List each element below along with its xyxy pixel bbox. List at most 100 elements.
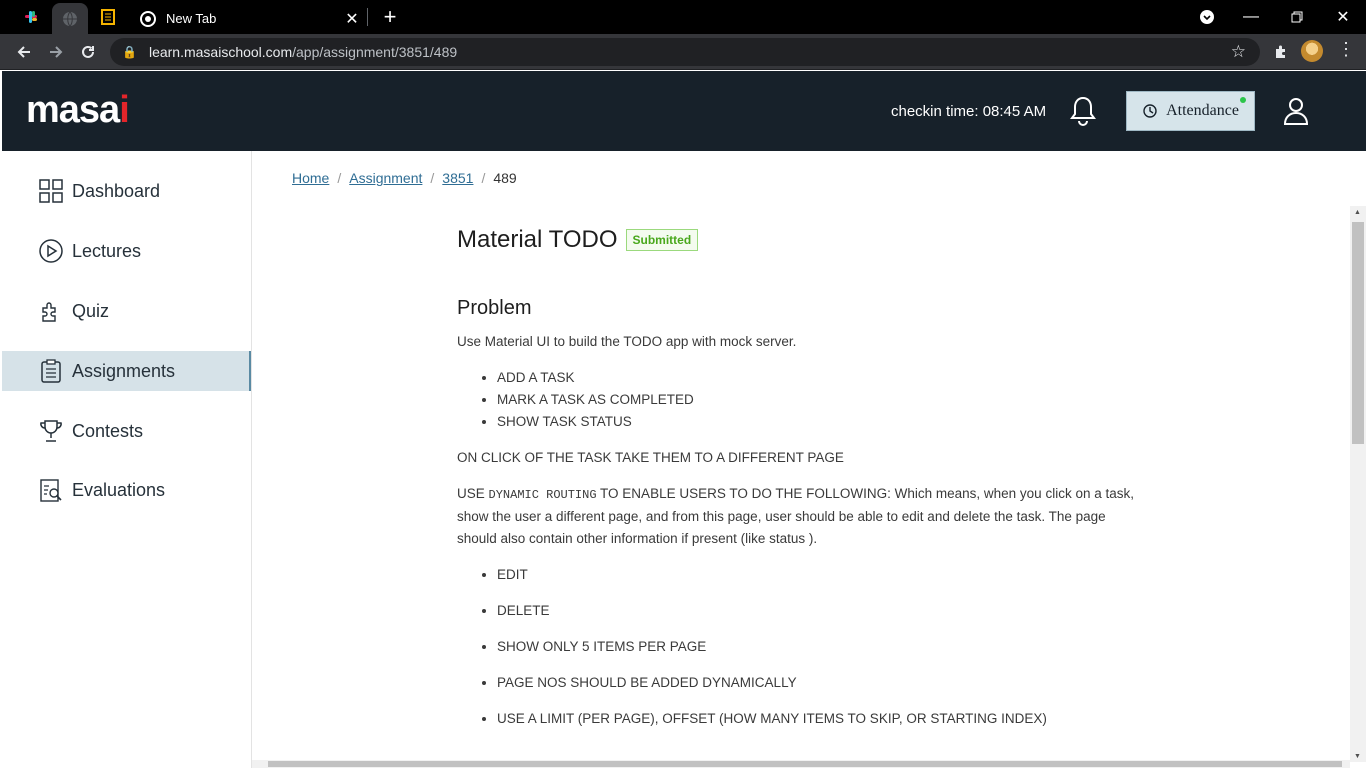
clipboard-icon	[38, 358, 64, 384]
user-profile-icon[interactable]	[1283, 97, 1309, 125]
slack-icon	[25, 11, 37, 23]
url-domain: learn.masaischool.com	[148, 44, 293, 60]
reload-button[interactable]	[73, 37, 103, 67]
breadcrumb: Home / Assignment / 3851 / 489	[292, 170, 517, 186]
restore-icon	[1291, 11, 1303, 23]
browser-toolbar: 🔒 learn.masaischool.com/app/assignment/3…	[0, 34, 1366, 70]
intro-text: Use Material UI to build the TODO app wi…	[457, 334, 797, 349]
restore-button[interactable]	[1274, 0, 1320, 34]
puzzle-piece-icon	[1276, 45, 1285, 58]
sidebar-item-quiz[interactable]: Quiz	[2, 291, 251, 331]
sidebar-item-evaluations[interactable]: Evaluations	[2, 470, 251, 510]
breadcrumb-separator: /	[430, 170, 435, 186]
routing-prefix: USE	[457, 486, 489, 501]
play-circle-icon	[38, 238, 64, 264]
page-title: Material TODO	[457, 226, 618, 253]
sidebar: Dashboard Lectures Quiz Assignments Cont…	[2, 151, 252, 768]
breadcrumb-separator: /	[481, 170, 486, 186]
clock-icon	[1143, 104, 1157, 118]
list-item: USE A LIMIT (PER PAGE), OFFSET (HOW MANY…	[497, 708, 1147, 730]
title-row: Material TODO Submitted	[457, 226, 1147, 253]
url-path: /app/assignment/3851/489	[292, 44, 458, 60]
puzzle-icon	[38, 298, 64, 324]
sidebar-item-dashboard[interactable]: Dashboard	[2, 171, 251, 211]
features-list: ADD A TASK MARK A TASK AS COMPLETED SHOW…	[497, 367, 1147, 433]
back-button[interactable]	[9, 37, 39, 67]
assignment-content: Material TODO Submitted Problem Use Mate…	[457, 226, 1147, 744]
requirements-list: EDIT DELETE SHOW ONLY 5 ITEMS PER PAGE P…	[497, 564, 1147, 730]
routing-paragraph: USE DYNAMIC ROUTING TO ENABLE USERS TO D…	[457, 483, 1147, 550]
list-item: ADD A TASK	[497, 367, 1147, 389]
list-item: DELETE	[497, 600, 1147, 622]
sidebar-item-label: Assignments	[72, 360, 176, 381]
close-tab-icon[interactable]: ✕	[338, 5, 366, 33]
sidebar-item-contests[interactable]: Contests	[2, 411, 251, 451]
scroll-up-arrow-icon[interactable]: ▲	[1354, 209, 1361, 216]
lock-icon: 🔒	[122, 45, 137, 59]
status-badge: Submitted	[625, 229, 699, 251]
tab-title: New Tab	[166, 11, 217, 26]
attendance-button[interactable]: Attendance	[1126, 91, 1255, 131]
section-heading: Problem	[457, 297, 532, 319]
vertical-scroll-thumb[interactable]	[1352, 222, 1364, 444]
sidebar-item-label: Contests	[72, 420, 144, 441]
slack-pinned-tab[interactable]	[14, 0, 48, 34]
globe-icon	[63, 11, 77, 26]
browser-menu-icon[interactable]: ⋮	[1336, 39, 1356, 60]
chrome-icon	[140, 10, 156, 27]
sidebar-item-label: Quiz	[72, 300, 110, 321]
sidebar-item-label: Lectures	[72, 240, 142, 261]
sidebar-item-assignments[interactable]: Assignments	[2, 351, 251, 391]
book-icon	[101, 9, 115, 25]
notification-bell-icon[interactable]	[1068, 95, 1098, 127]
back-arrow-icon	[17, 46, 30, 58]
vertical-scrollbar[interactable]: ▲ ▼	[1350, 206, 1366, 762]
close-window-button[interactable]: ✕	[1320, 0, 1366, 34]
list-item: MARK A TASK AS COMPLETED	[497, 389, 1147, 411]
breadcrumb-home[interactable]: Home	[292, 170, 329, 186]
chevron-down-icon	[1200, 10, 1214, 24]
status-dot	[1240, 97, 1246, 103]
click-note: ON CLICK OF THE TASK TAKE THEM TO A DIFF…	[457, 450, 844, 465]
book-pinned-tab[interactable]	[92, 0, 124, 34]
attendance-label: Attendance	[1166, 102, 1239, 119]
sidebar-item-lectures[interactable]: Lectures	[2, 231, 251, 271]
masai-logo[interactable]: masai	[26, 89, 130, 132]
scroll-down-arrow-icon[interactable]: ▼	[1354, 753, 1361, 760]
tab-search-button[interactable]	[1184, 0, 1230, 34]
minimize-button[interactable]: —	[1228, 0, 1274, 34]
sidebar-item-label: Dashboard	[72, 180, 161, 201]
app-header: masai checkin time: 08:45 AM Attendance	[2, 71, 1366, 151]
grid-icon	[38, 178, 64, 204]
list-item: EDIT	[497, 564, 1147, 586]
list-item: SHOW TASK STATUS	[497, 411, 1147, 433]
logo-main: masa	[26, 89, 120, 131]
breadcrumb-assignment-id[interactable]: 3851	[442, 170, 473, 186]
evaluation-icon	[38, 477, 64, 503]
reload-icon	[82, 45, 94, 58]
forward-button[interactable]	[41, 37, 71, 67]
main-content: Home / Assignment / 3851 / 489 Material TODO S…	[252, 151, 1366, 768]
trophy-icon	[38, 418, 64, 444]
bookmark-star-icon[interactable]: ☆	[1231, 42, 1246, 62]
tab-divider	[367, 8, 368, 26]
new-tab-button[interactable]: +	[376, 3, 404, 31]
browser-tab-strip: New Tab ✕ + — ✕	[0, 0, 1366, 34]
address-bar[interactable]: 🔒 learn.masaischool.com/app/assignment/3…	[110, 38, 1260, 66]
sidebar-item-label: Evaluations	[72, 479, 166, 500]
extensions-button[interactable]	[1268, 39, 1294, 65]
list-item: PAGE NOS SHOULD BE ADDED DYNAMICALLY	[497, 672, 1147, 694]
horizontal-scroll-thumb[interactable]	[268, 761, 1342, 767]
breadcrumb-assignment[interactable]: Assignment	[349, 170, 422, 186]
list-item: SHOW ONLY 5 ITEMS PER PAGE	[497, 636, 1147, 658]
horizontal-scrollbar[interactable]	[252, 760, 1350, 768]
breadcrumb-current: 489	[493, 170, 517, 186]
inline-code: DYNAMIC ROUTING	[488, 488, 597, 502]
profile-avatar[interactable]	[1301, 40, 1323, 62]
breadcrumb-separator: /	[337, 170, 342, 186]
forward-arrow-icon	[50, 46, 63, 58]
logo-accent: i	[119, 89, 130, 131]
globe-pinned-tab[interactable]	[52, 3, 88, 34]
checkin-time: checkin time: 08:45 AM	[891, 103, 1047, 120]
tab-new-tab[interactable]: New Tab ✕	[128, 3, 366, 34]
